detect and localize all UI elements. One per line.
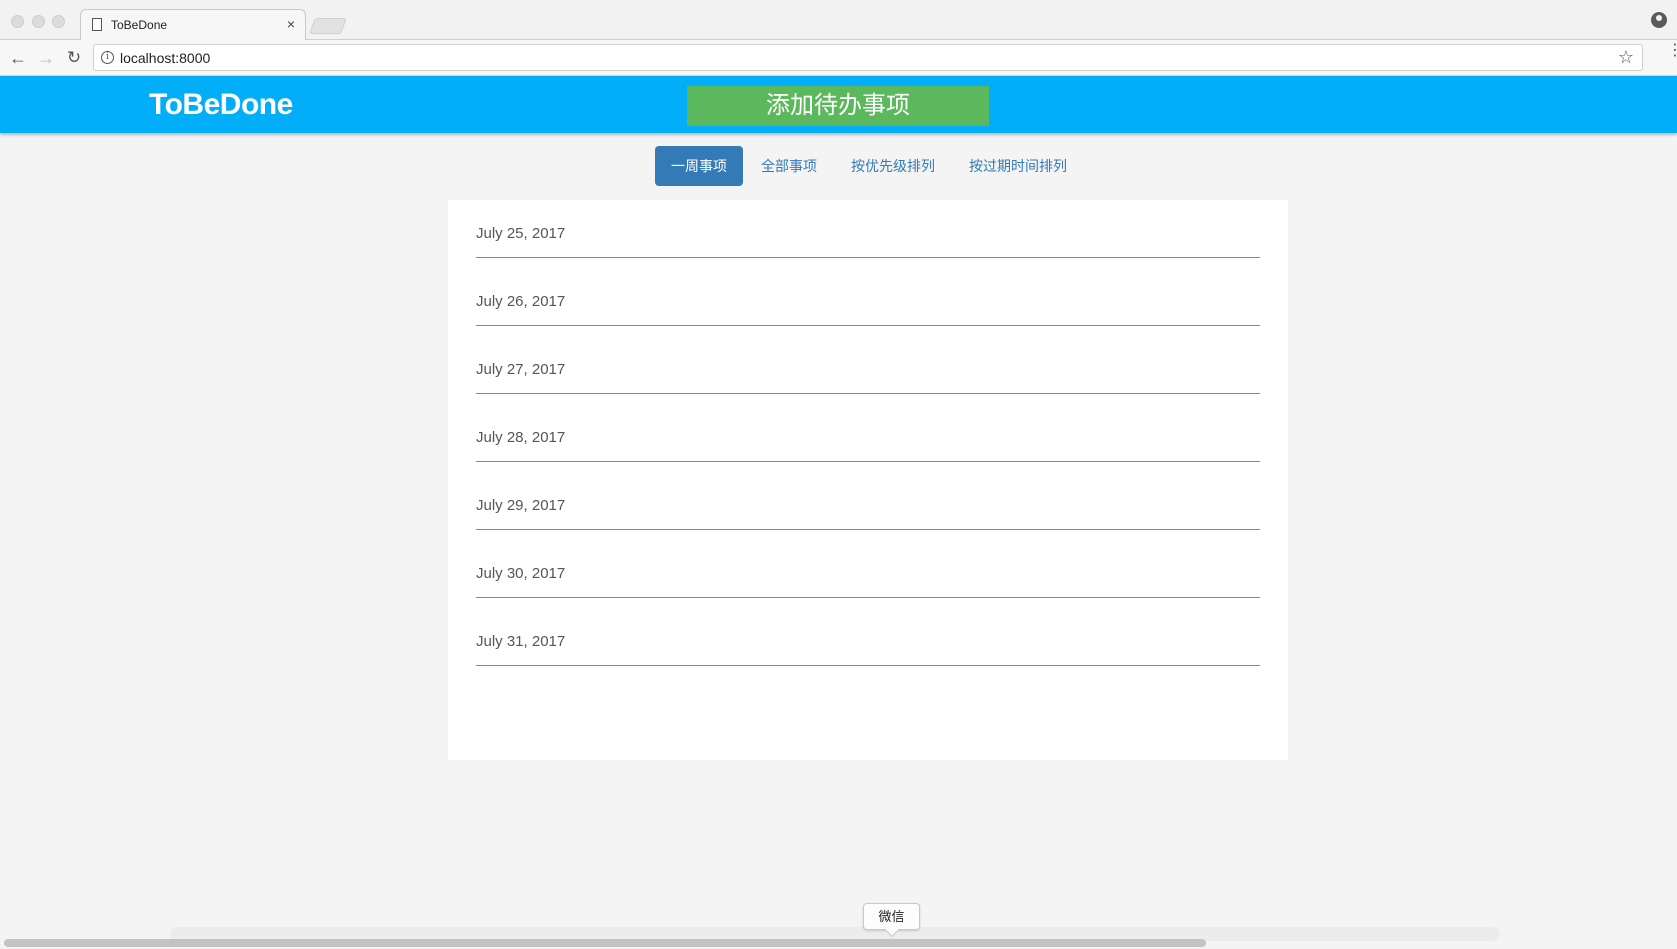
- new-tab-button[interactable]: [309, 18, 347, 34]
- tab-close-icon[interactable]: ×: [287, 16, 295, 32]
- bookmark-star-icon[interactable]: ☆: [1618, 47, 1634, 68]
- browser-tab[interactable]: ToBeDone ×: [80, 9, 306, 41]
- tab-week-items[interactable]: 一周事项: [655, 146, 743, 186]
- list-item[interactable]: July 30, 2017: [476, 565, 1260, 598]
- horizontal-scrollbar-thumb[interactable]: [4, 939, 1206, 947]
- date-label: July 28, 2017: [476, 429, 566, 446]
- date-label: July 30, 2017: [476, 565, 566, 582]
- list-item[interactable]: July 29, 2017: [476, 497, 1260, 530]
- date-label: July 31, 2017: [476, 633, 566, 650]
- filter-tabs: 一周事项 全部事项 按优先级排列 按过期时间排列: [655, 146, 1085, 186]
- browser-menu-icon[interactable]: ⋮: [1667, 43, 1677, 68]
- date-label: July 26, 2017: [476, 293, 566, 310]
- list-item[interactable]: July 26, 2017: [476, 293, 1260, 326]
- browser-tab-strip: ToBeDone ×: [0, 0, 1677, 41]
- tooltip: 微信: [863, 903, 920, 930]
- date-label: July 25, 2017: [476, 225, 566, 242]
- tab-title: ToBeDone: [111, 18, 168, 32]
- window-minimize-control[interactable]: [32, 15, 45, 28]
- list-item[interactable]: July 25, 2017: [476, 225, 1260, 258]
- browser-toolbar: ← → ↻ i localhost:8000 ☆ ⋮: [0, 40, 1677, 76]
- back-arrow-icon[interactable]: ←: [6, 46, 30, 70]
- app-header: ToBeDone 添加待办事项: [0, 76, 1677, 133]
- date-label: July 27, 2017: [476, 361, 566, 378]
- url-text[interactable]: localhost:8000: [120, 50, 210, 66]
- info-icon[interactable]: i: [101, 51, 114, 64]
- reload-icon[interactable]: ↻: [62, 46, 86, 70]
- tab-sort-by-deadline[interactable]: 按过期时间排列: [953, 146, 1083, 186]
- profile-icon[interactable]: [1651, 12, 1667, 28]
- add-todo-button[interactable]: 添加待办事项: [687, 86, 989, 126]
- window-zoom-control[interactable]: [52, 15, 65, 28]
- list-item[interactable]: July 31, 2017: [476, 633, 1260, 666]
- list-item[interactable]: July 28, 2017: [476, 429, 1260, 462]
- tab-sort-by-priority[interactable]: 按优先级排列: [835, 146, 951, 186]
- forward-arrow-icon[interactable]: →: [34, 46, 58, 70]
- address-bar[interactable]: i localhost:8000 ☆: [93, 44, 1643, 71]
- date-label: July 29, 2017: [476, 497, 566, 514]
- document-icon: [92, 18, 102, 31]
- brand-logo[interactable]: ToBeDone: [149, 88, 293, 122]
- list-item[interactable]: July 27, 2017: [476, 361, 1260, 394]
- window-close-control[interactable]: [11, 15, 24, 28]
- date-list-panel: July 25, 2017 July 26, 2017 July 27, 201…: [448, 200, 1288, 760]
- tab-all-items[interactable]: 全部事项: [745, 146, 833, 186]
